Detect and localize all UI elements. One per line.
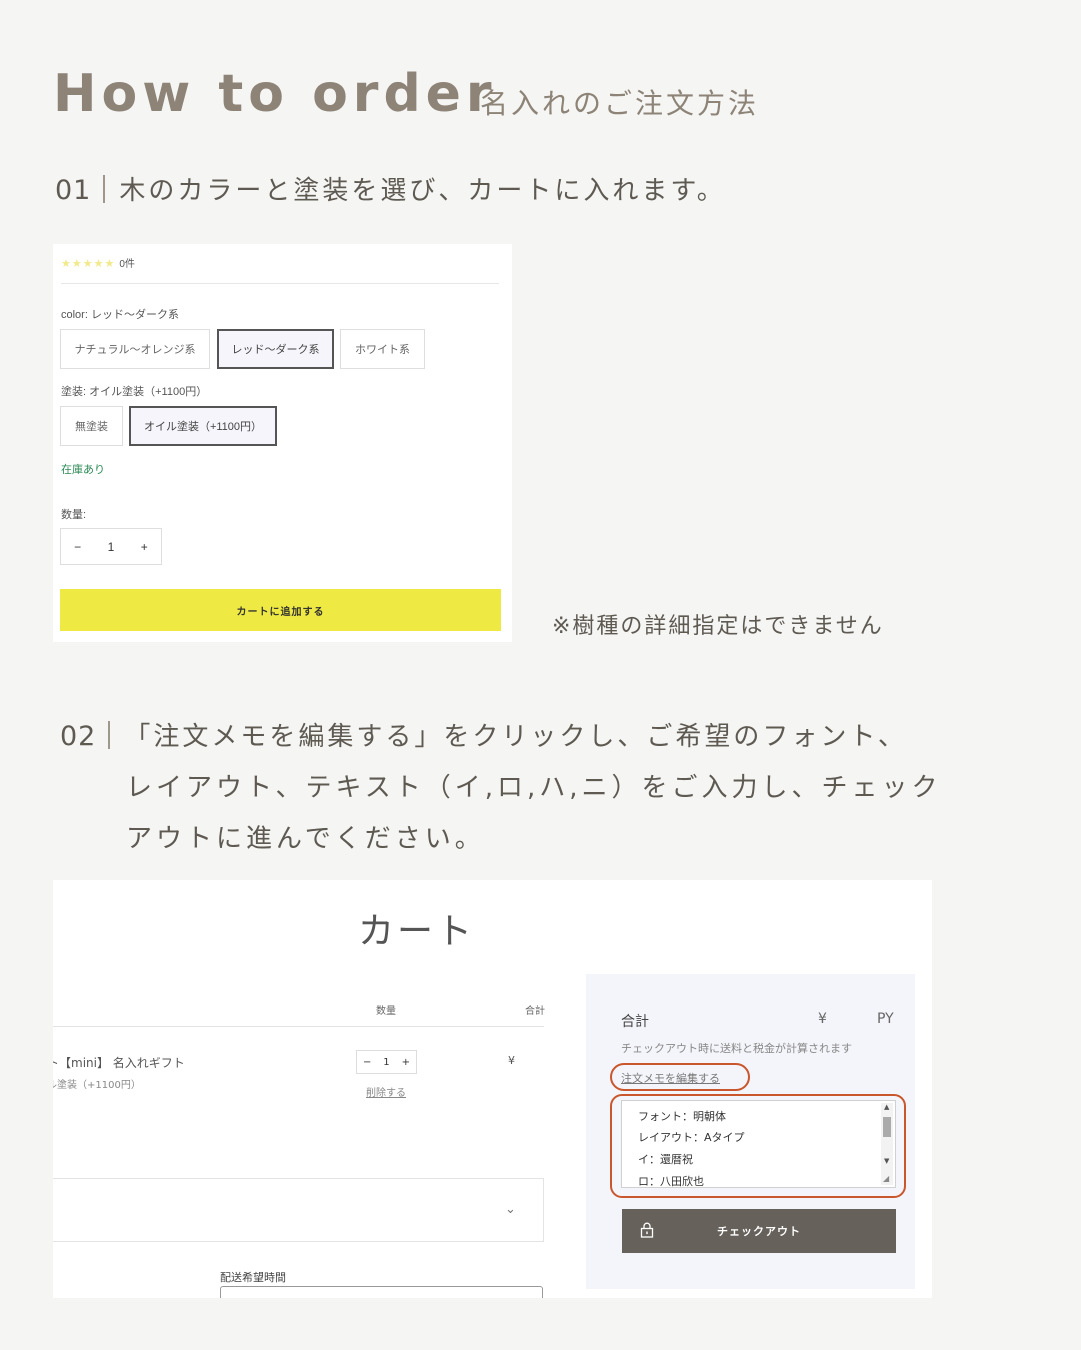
accordion-box[interactable] xyxy=(53,1178,544,1242)
color-option-white[interactable]: ホワイト系 xyxy=(340,329,425,369)
qty-plus-button[interactable]: + xyxy=(132,540,156,554)
step-2-line-2: レイアウト、テキスト（イ,ロ,ハ,ニ）をご入力し、チェック xyxy=(126,773,942,803)
product-options-panel: ★★★★★ 0件 color: レッド〜ダーク系 ナチュラル〜オレンジ系 レッド〜… xyxy=(53,244,512,642)
summary-py: PY xyxy=(877,1011,894,1027)
column-header-quantity: 数量 xyxy=(376,1006,396,1017)
paint-option-oil[interactable]: オイル塗装（+1100円） xyxy=(129,406,277,446)
chevron-down-icon[interactable]: ⌄ xyxy=(505,1202,516,1217)
cart-panel: カート 数量 合計 ト【mini】 名入れギフト ル塗装（+1100円） − 1… xyxy=(53,880,932,1298)
highlight-ring xyxy=(610,1094,906,1198)
step-1-text: 木のカラーと塗装を選び、カートに入れます。 xyxy=(119,176,726,206)
checkout-button[interactable]: チェックアウト xyxy=(622,1209,896,1253)
qty-value[interactable]: 1 xyxy=(99,540,123,554)
rating-stars: ★★★★★ 0件 xyxy=(61,255,135,270)
step-divider xyxy=(103,175,106,203)
cart-quantity-stepper: − 1 + xyxy=(356,1050,417,1074)
divider xyxy=(53,1026,544,1027)
remove-item-link[interactable]: 削除する xyxy=(366,1084,406,1099)
highlight-oval xyxy=(610,1063,750,1091)
stock-status: 在庫あり xyxy=(61,464,105,476)
step-divider xyxy=(108,721,111,749)
qty-minus-button[interactable]: − xyxy=(363,1057,371,1068)
step-2-line-1: 「注文メモを編集する」をクリックし、ご希望のフォント、 xyxy=(124,722,907,752)
cart-title: カート xyxy=(358,910,476,951)
color-label: color: レッド〜ダーク系 xyxy=(61,309,179,321)
step-1-number: 01 xyxy=(55,175,92,206)
step-2-heading: 02 「注文メモを編集する」をクリックし、ご希望のフォント、 xyxy=(60,716,907,753)
page-title-ja: 名入れのご注文方法 xyxy=(480,87,760,120)
quantity-label: 数量: xyxy=(61,509,87,521)
wood-type-note: ※樹種の詳細指定はできません xyxy=(552,614,884,639)
divider xyxy=(61,283,499,284)
step-1-heading: 01 木のカラーと塗装を選び、カートに入れます。 xyxy=(55,170,726,207)
summary-yen: ¥ xyxy=(818,1011,827,1027)
delivery-time-select[interactable] xyxy=(220,1286,543,1298)
star-icons: ★★★★★ xyxy=(61,258,116,270)
qty-minus-button[interactable]: − xyxy=(66,540,90,554)
cart-item-option: ル塗装（+1100円） xyxy=(53,1080,141,1091)
qty-value[interactable]: 1 xyxy=(383,1057,389,1068)
delivery-time-label: 配送希望時間 xyxy=(220,1271,286,1284)
color-option-natural[interactable]: ナチュラル〜オレンジ系 xyxy=(60,329,210,369)
cart-item-name[interactable]: ト【mini】 名入れギフト xyxy=(53,1054,185,1071)
tax-note: チェックアウト時に送料と税金が計算されます xyxy=(621,1042,852,1055)
step-2-line-3: アウトに進んでください。 xyxy=(126,824,485,854)
step-2-number: 02 xyxy=(60,721,97,752)
paint-option-none[interactable]: 無塗装 xyxy=(60,406,123,446)
page-title-en: How to order xyxy=(53,64,497,124)
order-summary: 合計 ¥ PY チェックアウト時に送料と税金が計算されます 注文メモを編集する … xyxy=(586,974,915,1289)
checkout-label: チェックアウト xyxy=(717,1225,801,1238)
lock-icon xyxy=(640,1222,654,1238)
add-to-cart-button[interactable]: カートに追加する xyxy=(60,589,501,631)
summary-total-label: 合計 xyxy=(621,1014,649,1030)
quantity-stepper: − 1 + xyxy=(60,528,162,565)
cart-item-price: ¥ xyxy=(508,1054,515,1067)
column-header-total: 合計 xyxy=(525,1006,545,1017)
paint-label: 塗装: オイル塗装（+1100円） xyxy=(61,386,208,398)
qty-plus-button[interactable]: + xyxy=(402,1057,410,1068)
review-count[interactable]: 0件 xyxy=(119,259,135,270)
color-option-red-dark[interactable]: レッド〜ダーク系 xyxy=(217,329,334,369)
